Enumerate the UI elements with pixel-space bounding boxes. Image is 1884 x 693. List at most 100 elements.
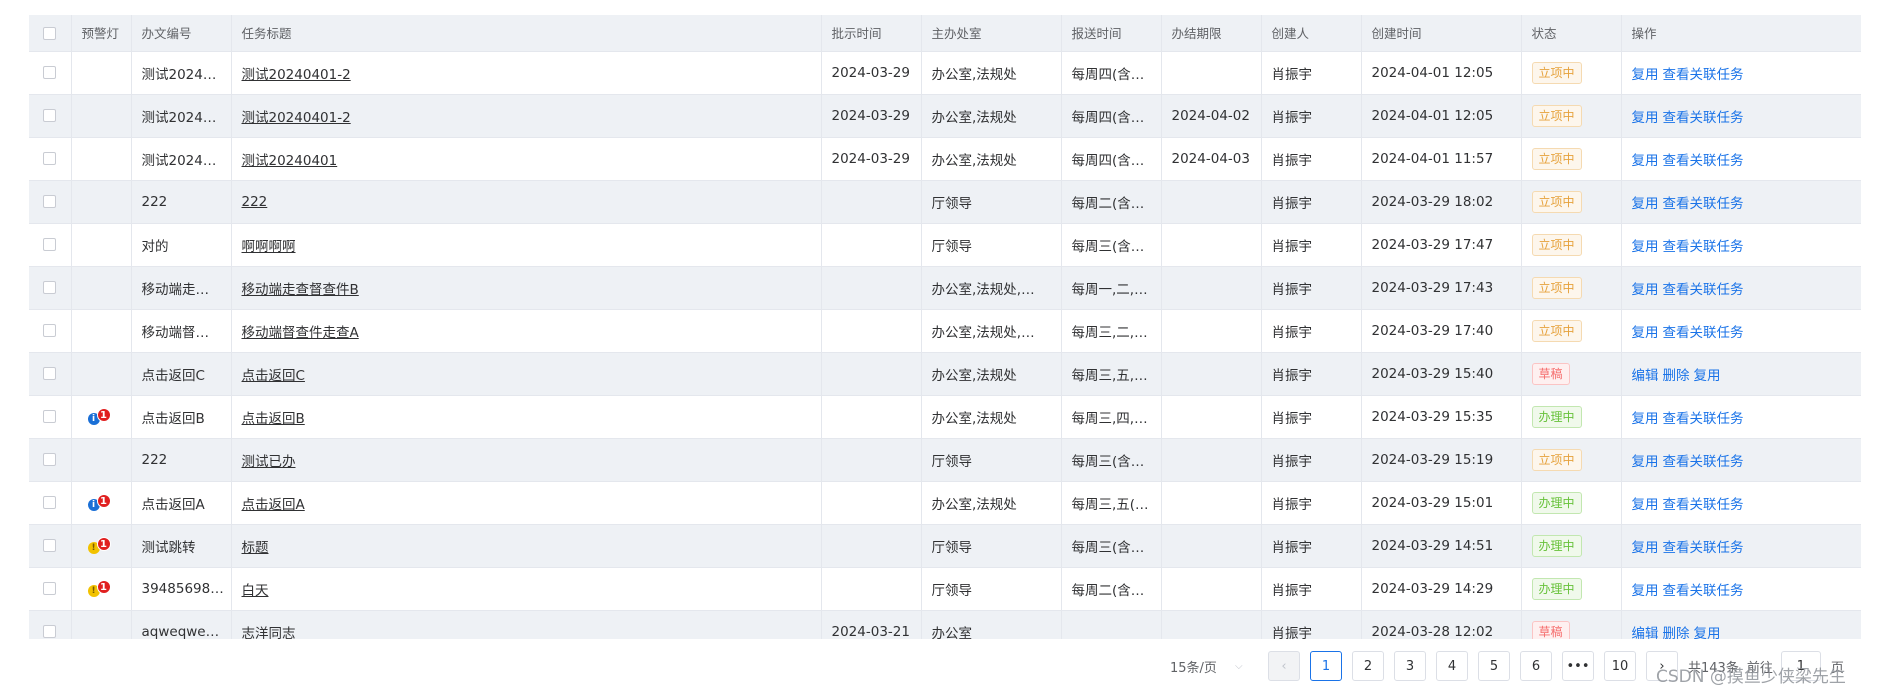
row-checkbox[interactable]	[43, 582, 57, 595]
row-checkbox-cell[interactable]	[29, 94, 72, 138]
count-badge: 1	[96, 579, 111, 594]
prev-page-button[interactable]: ‹	[1268, 651, 1300, 681]
row-checkbox-cell[interactable]	[29, 352, 72, 396]
column-header-instruction-time: 批示时间	[821, 15, 922, 52]
task-title-link[interactable]: 移动端走查督查件B	[242, 282, 359, 298]
delete-button[interactable]: 删除	[1663, 368, 1690, 384]
row-checkbox[interactable]	[43, 625, 57, 638]
reuse-button[interactable]: 复用	[1632, 583, 1659, 599]
column-header-select-all[interactable]	[29, 15, 72, 52]
reuse-button[interactable]: 复用	[1632, 497, 1659, 513]
row-checkbox-cell[interactable]	[29, 567, 72, 611]
task-table-wrapper: 预警灯 办文编号 任务标题 批示时间 主办处室 报送时间 办结期限 创建人 创建时间 状态 操作 测…	[29, 15, 1861, 639]
creator-cell: 肖振宇	[1261, 180, 1362, 224]
view-related-tasks-button[interactable]: 查看关联任务	[1663, 239, 1744, 255]
reuse-button[interactable]: 复用	[1632, 282, 1659, 298]
task-title-link[interactable]: 标题	[242, 540, 269, 556]
page-button-6[interactable]: 6	[1520, 651, 1552, 681]
created-time-cell: 2024-03-29 17:40	[1361, 309, 1522, 353]
reuse-button[interactable]: 复用	[1632, 196, 1659, 212]
page-button-10[interactable]: 10	[1604, 651, 1636, 681]
row-checkbox[interactable]	[43, 109, 57, 122]
row-checkbox-cell[interactable]	[29, 610, 72, 639]
row-checkbox-cell[interactable]	[29, 438, 72, 482]
reuse-button[interactable]: 复用	[1632, 411, 1659, 427]
task-title-link[interactable]: 啊啊啊啊	[242, 239, 296, 255]
row-checkbox-cell[interactable]	[29, 395, 72, 439]
view-related-tasks-button[interactable]: 查看关联任务	[1663, 497, 1744, 513]
page-button-3[interactable]: 3	[1394, 651, 1426, 681]
view-related-tasks-button[interactable]: 查看关联任务	[1663, 196, 1744, 212]
doc-number-cell: 测试2024…	[131, 137, 232, 181]
row-checkbox-cell[interactable]	[29, 51, 72, 95]
page-button-4[interactable]: 4	[1436, 651, 1468, 681]
reuse-button[interactable]: 复用	[1632, 325, 1659, 341]
row-checkbox[interactable]	[43, 453, 57, 466]
status-cell: 办理中	[1521, 395, 1622, 439]
edit-button[interactable]: 编辑	[1632, 626, 1659, 640]
task-title-link[interactable]: 222	[242, 194, 268, 210]
reuse-button[interactable]: 复用	[1632, 153, 1659, 169]
row-checkbox[interactable]	[43, 367, 57, 380]
row-checkbox[interactable]	[43, 281, 57, 294]
task-title-link[interactable]: 测试已办	[242, 454, 296, 470]
row-checkbox[interactable]	[43, 66, 57, 79]
page-button-1[interactable]: 1	[1310, 651, 1342, 681]
reuse-button[interactable]: 复用	[1632, 110, 1659, 126]
row-checkbox[interactable]	[43, 410, 57, 423]
row-checkbox-cell[interactable]	[29, 524, 72, 568]
reuse-button[interactable]: 复用	[1632, 454, 1659, 470]
warning-light-cell	[71, 180, 132, 224]
row-checkbox[interactable]	[43, 195, 57, 208]
row-checkbox-cell[interactable]	[29, 266, 72, 310]
row-checkbox-cell[interactable]	[29, 223, 72, 267]
row-checkbox-cell[interactable]	[29, 137, 72, 181]
delete-button[interactable]: 删除	[1663, 626, 1690, 640]
task-title-link[interactable]: 志洋同志	[242, 626, 296, 640]
table-header-row: 预警灯 办文编号 任务标题 批示时间 主办处室 报送时间 办结期限 创建人 创建时间 状态 操作	[29, 15, 1861, 52]
reuse-button[interactable]: 复用	[1632, 540, 1659, 556]
reuse-button[interactable]: 复用	[1694, 368, 1721, 384]
reuse-button[interactable]: 复用	[1632, 239, 1659, 255]
view-related-tasks-button[interactable]: 查看关联任务	[1663, 325, 1744, 341]
task-title-link[interactable]: 点击返回A	[242, 497, 305, 513]
status-badge: 草稿	[1531, 620, 1570, 639]
view-related-tasks-button[interactable]: 查看关联任务	[1663, 411, 1744, 427]
task-title-link[interactable]: 测试20240401	[242, 153, 338, 169]
task-title-link[interactable]: 点击返回B	[242, 411, 305, 427]
view-related-tasks-button[interactable]: 查看关联任务	[1663, 110, 1744, 126]
task-title-link[interactable]: 移动端督查件走查A	[242, 325, 359, 341]
view-related-tasks-button[interactable]: 查看关联任务	[1663, 583, 1744, 599]
row-checkbox[interactable]	[43, 238, 57, 251]
row-checkbox[interactable]	[43, 539, 57, 552]
row-checkbox[interactable]	[43, 496, 57, 509]
select-all-checkbox[interactable]	[43, 27, 57, 41]
row-checkbox-cell[interactable]	[29, 309, 72, 353]
view-related-tasks-button[interactable]: 查看关联任务	[1663, 540, 1744, 556]
edit-button[interactable]: 编辑	[1632, 368, 1659, 384]
row-checkbox-cell[interactable]	[29, 180, 72, 224]
doc-number-cell: 39485698…	[131, 567, 232, 611]
creator-cell: 肖振宇	[1261, 137, 1362, 181]
row-checkbox[interactable]	[43, 152, 57, 165]
reuse-button[interactable]: 复用	[1632, 67, 1659, 83]
page-size-select[interactable]: 15条/页 ⌵	[1170, 651, 1248, 681]
report-time-cell: 每周一,二,…	[1061, 266, 1162, 310]
view-related-tasks-button[interactable]: 查看关联任务	[1663, 67, 1744, 83]
task-title-link[interactable]: 测试20240401-2	[242, 110, 351, 126]
page-button-2[interactable]: 2	[1352, 651, 1384, 681]
host-department-cell: 办公室,法规处	[921, 352, 1062, 396]
row-checkbox[interactable]	[43, 324, 57, 337]
page-button-5[interactable]: 5	[1478, 651, 1510, 681]
task-title-link[interactable]: 测试20240401-2	[242, 67, 351, 83]
reuse-button[interactable]: 复用	[1694, 626, 1721, 640]
view-related-tasks-button[interactable]: 查看关联任务	[1663, 153, 1744, 169]
task-title-link[interactable]: 点击返回C	[242, 368, 305, 384]
view-related-tasks-button[interactable]: 查看关联任务	[1663, 454, 1744, 470]
task-title-link[interactable]: 白天	[242, 583, 269, 599]
more-pages-button[interactable]: •••	[1562, 651, 1594, 681]
row-checkbox-cell[interactable]	[29, 481, 72, 525]
creator-cell: 肖振宇	[1261, 309, 1362, 353]
status-cell: 立项中	[1521, 51, 1622, 95]
view-related-tasks-button[interactable]: 查看关联任务	[1663, 282, 1744, 298]
